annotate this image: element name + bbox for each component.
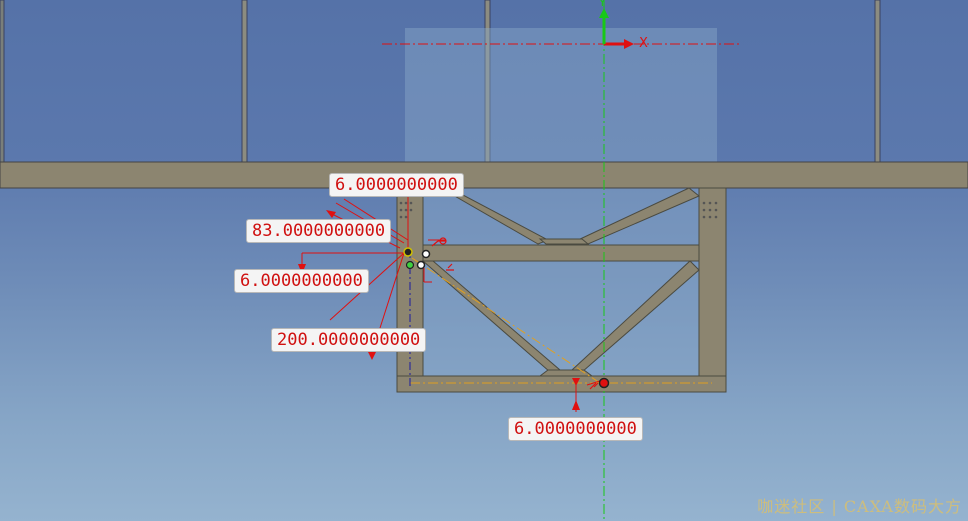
dimension-top-thickness[interactable]: 6.0000000000 [329, 173, 464, 197]
cad-viewport[interactable]: X Y 6.0000000000 83.0000000000 6.0000000… [0, 0, 968, 521]
dimension-length[interactable]: 200.0000000000 [271, 328, 427, 352]
dimension-offset[interactable]: 83.0000000000 [246, 219, 392, 243]
x-axis-label: X [639, 36, 648, 51]
watermark-text: 咖迷社区 | CAXA数码大方 [757, 497, 962, 516]
y-axis-label: Y [599, 0, 606, 9]
model-canvas[interactable] [0, 0, 968, 521]
dimension-bottom-thickness[interactable]: 6.0000000000 [508, 417, 643, 441]
main-beam[interactable] [0, 161, 968, 189]
dimension-side-thickness[interactable]: 6.0000000000 [234, 269, 369, 293]
